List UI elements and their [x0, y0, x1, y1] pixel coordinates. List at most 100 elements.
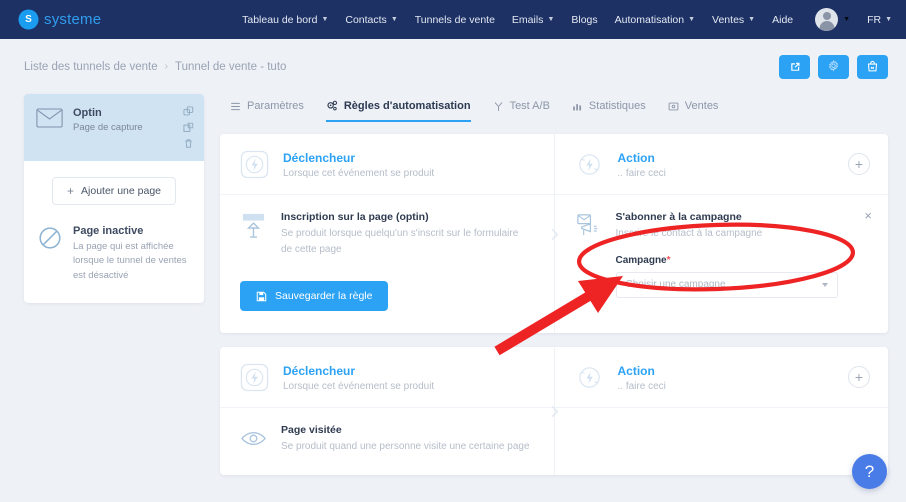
- action-header-text: Action .. faire ceci: [618, 151, 666, 179]
- nav-label: Ventes: [712, 13, 745, 26]
- trigger-subtitle: Lorsque cet événement se produit: [283, 380, 435, 392]
- trigger-item-description: Se produit quand une personne visite une…: [281, 441, 530, 452]
- bolt-square-icon: [240, 150, 269, 179]
- nav-item-contacts[interactable]: Contacts ▼: [345, 14, 397, 26]
- action-header-text: Action .. faire ceci: [618, 364, 666, 392]
- systeme-logo-icon: S: [20, 11, 37, 28]
- envelope-icon: [36, 108, 63, 128]
- campaign-select-placeholder: Choisir une campagne: [625, 279, 726, 290]
- shop-button[interactable]: [857, 54, 888, 79]
- nav-item-automatisation[interactable]: Automatisation ▼: [615, 14, 695, 26]
- action-item: S'abonner à la campagne Inscrire le cont…: [615, 211, 871, 298]
- trigger-item-title: Inscription sur la page (optin): [281, 211, 429, 223]
- trigger-body[interactable]: Inscription sur la page (optin) Se produ…: [220, 195, 554, 277]
- action-column: Action .. faire ceci +: [554, 347, 888, 475]
- trigger-header: Déclencheur Lorsque cet événement se pro…: [220, 134, 554, 195]
- help-button[interactable]: ?: [852, 454, 887, 489]
- add-page-label: Ajouter une page: [81, 185, 161, 197]
- breadcrumb-bar: Liste des tunnels de vente › Tunnel de v…: [0, 39, 906, 94]
- tab-regles-d-automatisation[interactable]: Règles d'automatisation: [325, 100, 471, 122]
- gears-icon: [327, 100, 337, 111]
- open-external-button[interactable]: [779, 54, 810, 79]
- campaign-field: Campagne* Choisir une campagne: [615, 254, 838, 298]
- bolt-circle-icon: [578, 154, 600, 175]
- trigger-body[interactable]: Page visitée Se produit quand une person…: [220, 408, 554, 475]
- nav-item-aide[interactable]: Aide: [772, 14, 793, 26]
- add-page-wrap: + Ajouter une page: [24, 161, 204, 215]
- campaign-select[interactable]: Choisir une campagne: [615, 271, 838, 298]
- chevron-down-icon: ▼: [885, 16, 892, 23]
- action-subtitle: .. faire ceci: [617, 380, 666, 392]
- clone-page-icon[interactable]: [183, 122, 194, 133]
- page-inactive-title: Page inactive: [73, 225, 144, 237]
- tab-parametres[interactable]: Paramètres: [230, 100, 304, 122]
- action-header: Action .. faire ceci +: [554, 134, 888, 195]
- tab-label: Ventes: [684, 100, 719, 112]
- action-subtitle: .. faire ceci: [617, 167, 666, 179]
- content-area: Optin Page de capture + Ajouter une page…: [0, 94, 906, 489]
- sidebar-item-subtitle: Page de capture: [73, 121, 143, 133]
- sidebar-item-page-inactive[interactable]: Page inactive La page qui est affichée l…: [24, 215, 204, 303]
- trash-icon[interactable]: [183, 138, 194, 149]
- action-item-title: S'abonner à la campagne: [615, 211, 742, 223]
- nav-item-emails[interactable]: Emails ▼: [512, 14, 554, 26]
- tab-test-ab[interactable]: Test A/B: [493, 100, 550, 122]
- nav-item-tableau-de-bord[interactable]: Tableau de bord ▼: [242, 14, 328, 26]
- nav-label: Automatisation: [614, 13, 685, 26]
- split-icon: [494, 101, 502, 111]
- nav-label: Emails: [511, 13, 544, 26]
- tab-label: Paramètres: [247, 100, 304, 112]
- action-title: Action: [617, 150, 655, 165]
- chevron-down-icon: ▼: [843, 16, 851, 23]
- chevron-right-separator-icon: [551, 228, 558, 240]
- main-panel: Paramètres Règles d'automatisation Test …: [220, 94, 888, 489]
- language-selector[interactable]: FR ▼: [867, 14, 892, 26]
- remove-action-button[interactable]: ×: [864, 209, 872, 222]
- mail-megaphone-icon: [576, 214, 597, 236]
- action-body: S'abonner à la campagne Inscrire le cont…: [555, 195, 889, 318]
- language-label: FR: [867, 13, 882, 26]
- breadcrumb-separator: ›: [164, 61, 168, 72]
- user-menu[interactable]: ▼: [815, 8, 850, 31]
- action-title: Action: [617, 363, 655, 378]
- save-rule-label: Sauvegarder la règle: [275, 290, 373, 302]
- nav-label: Aide: [772, 13, 794, 26]
- brand-logo[interactable]: S systeme: [20, 11, 101, 28]
- tab-statistiques[interactable]: Statistiques: [572, 100, 646, 122]
- duplicate-icon[interactable]: [183, 106, 194, 117]
- chevron-down-icon: [821, 282, 828, 287]
- trigger-title: Déclencheur: [283, 363, 356, 378]
- sidebar-item-optin[interactable]: Optin Page de capture: [24, 94, 204, 161]
- trigger-column: Déclencheur Lorsque cet événement se pro…: [220, 347, 558, 475]
- shopping-bag-icon: [867, 60, 878, 72]
- page-inactive-description: La page qui est affichée lorsque le tunn…: [73, 241, 187, 281]
- avatar: [815, 8, 839, 31]
- add-action-button[interactable]: +: [848, 153, 870, 175]
- tab-ventes[interactable]: Ventes: [668, 100, 719, 122]
- nav-item-tunnels-de-vente[interactable]: Tunnels de vente: [415, 14, 495, 26]
- action-item-description: Inscrire le contact à la campagne: [615, 228, 763, 239]
- nav-item-ventes[interactable]: Ventes ▼: [712, 14, 755, 26]
- required-asterisk: *: [666, 254, 671, 266]
- trigger-column: Déclencheur Lorsque cet événement se pro…: [220, 134, 558, 333]
- add-action-button[interactable]: +: [848, 366, 870, 388]
- nav-items: Tableau de bord ▼ Contacts ▼ Tunnels de …: [242, 8, 892, 31]
- trigger-item-description: Se produit lorsque quelqu'un s'inscrit s…: [281, 228, 519, 255]
- tab-label: Règles d'automatisation: [343, 100, 471, 112]
- save-rule-button[interactable]: Sauvegarder la règle: [240, 281, 389, 311]
- floppy-disk-icon: [256, 291, 267, 301]
- breadcrumb-root-link[interactable]: Liste des tunnels de vente: [24, 61, 158, 73]
- bar-chart-icon: [573, 103, 581, 110]
- nav-item-blogs[interactable]: Blogs: [571, 14, 597, 26]
- brand-name: systeme: [44, 11, 102, 28]
- chevron-down-icon: ▼: [321, 16, 329, 23]
- settings-button[interactable]: [818, 54, 849, 79]
- trigger-header-text: Déclencheur Lorsque cet événement se pro…: [283, 364, 434, 392]
- add-page-button[interactable]: + Ajouter une page: [52, 177, 176, 205]
- eye-icon: [241, 432, 266, 445]
- trigger-title: Déclencheur: [283, 150, 356, 165]
- trigger-header-text: Déclencheur Lorsque cet événement se pro…: [283, 151, 434, 179]
- nav-label: Blogs: [571, 13, 598, 26]
- trigger-item: Page visitée Se produit quand une person…: [281, 424, 536, 455]
- action-column: Action .. faire ceci + S'abonner à la ca…: [554, 134, 889, 333]
